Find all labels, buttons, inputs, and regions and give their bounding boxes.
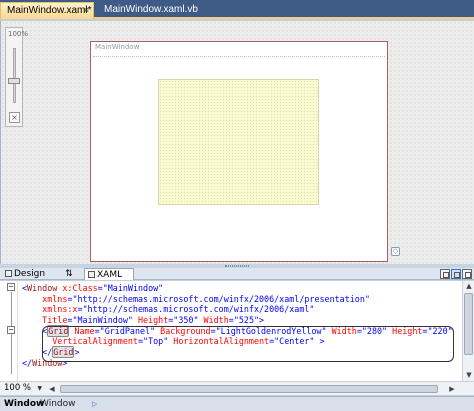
tab-design-label: Design — [14, 269, 46, 279]
scroll-left-icon[interactable]: ◀ — [48, 384, 56, 394]
fold-grid-icon[interactable]: − — [7, 326, 15, 334]
scroll-up-icon[interactable]: ▲ — [465, 282, 473, 290]
tab-label: MainWindow.xaml* — [7, 5, 92, 16]
code-token: "MainWindow" — [72, 315, 133, 326]
resize-grip-icon[interactable]: ◇ — [391, 247, 400, 256]
zoom-slider-label: 100% — [8, 30, 29, 38]
outline-margin: − − — [0, 281, 18, 381]
xaml-view-icon — [88, 271, 95, 278]
code-line[interactable]: xmlns="http://schemas.microsoft.com/winf… — [22, 294, 453, 305]
scroll-down-icon[interactable]: ▼ — [465, 371, 473, 379]
design-view-icon — [5, 270, 12, 277]
code-token: Title — [22, 315, 68, 326]
tab-mainwindow-xaml[interactable]: MainWindow.xaml* × — [0, 2, 94, 19]
window-preview-title: MainWindow — [95, 43, 140, 51]
tab-mainwindow-xaml-vb[interactable]: MainWindow.xaml.vb — [98, 2, 198, 19]
scroll-right-icon[interactable]: ▶ — [448, 384, 456, 394]
code-line[interactable]: <Window x:Class="MainWindow" — [22, 283, 453, 294]
code-token: "525" — [233, 315, 260, 326]
document-tab-strip: MainWindow.xaml* × MainWindow.xaml.vb — [0, 0, 474, 19]
code-token: "http://schemas.microsoft.com/winfx/2006… — [82, 304, 315, 315]
zoom-slider[interactable]: 100% × — [5, 27, 28, 127]
tab-label: MainWindow.xaml.vb — [104, 4, 198, 15]
code-token: Window — [27, 283, 58, 293]
collapse-pane-button[interactable] — [462, 269, 472, 279]
swap-panes-button[interactable]: ⇅ — [60, 268, 78, 280]
code-token: "350" — [173, 315, 199, 326]
tab-design[interactable]: Design — [2, 268, 50, 280]
code-token: Height — [132, 315, 169, 326]
zoom-combo[interactable]: 100 % ▼ — [2, 383, 42, 394]
code-token: "MainWindow" — [102, 283, 164, 293]
fold-window-icon[interactable]: − — [7, 283, 15, 291]
breadcrumb-window[interactable]: Window — [40, 399, 76, 409]
chevron-down-icon[interactable]: ▼ — [37, 385, 42, 392]
code-token: > — [259, 315, 265, 326]
code-token: xmlns — [22, 293, 68, 304]
editor-status-bar: 100 % ▼ ◀ ▶ — [0, 381, 474, 395]
code-line[interactable]: Title="MainWindow" Height="350" Width="5… — [22, 315, 453, 326]
breadcrumb-window-selected[interactable]: Window — [4, 399, 44, 409]
swap-panes-icon: ⇅ — [65, 269, 73, 279]
view-toolbar: Design ⇅ XAML — [0, 268, 474, 280]
horizontal-scroll-thumb[interactable] — [60, 385, 438, 393]
design-surface[interactable]: 100% × MainWindow ◇ — [0, 21, 474, 264]
tab-xaml-label: XAML — [97, 270, 123, 280]
zoom-value: 100 % — [4, 383, 32, 393]
zoom-slider-thumb[interactable] — [8, 78, 20, 84]
code-token: </ — [22, 357, 33, 368]
close-tab-icon[interactable]: × — [84, 5, 89, 15]
vertical-scroll-thumb[interactable] — [464, 293, 473, 355]
tab-xaml[interactable]: XAML — [84, 268, 134, 280]
zoom-reset-icon[interactable]: × — [9, 112, 20, 123]
vertical-scrollbar[interactable]: ▲ ▼ — [462, 281, 474, 381]
code-token: xmlns:x — [22, 304, 78, 315]
horizontal-split-button[interactable] — [451, 269, 461, 279]
code-token: Width — [198, 315, 229, 326]
grid-element-highlight — [42, 326, 454, 362]
tag-navigator: Window Window ▷ — [0, 396, 474, 411]
code-token: "http://schemas.microsoft.com/winfx/2006… — [72, 293, 370, 304]
code-line[interactable]: xmlns:x="http://schemas.microsoft.com/wi… — [22, 304, 453, 315]
code-token: x:Class — [57, 283, 98, 293]
vertical-split-button[interactable] — [440, 269, 450, 279]
grid-panel-preview[interactable] — [158, 79, 319, 205]
breadcrumb-next-icon[interactable]: ▷ — [92, 400, 97, 408]
horizontal-scrollbar[interactable]: ◀ ▶ — [48, 384, 458, 394]
zoom-slider-track[interactable] — [13, 48, 16, 103]
splitter-grip-icon[interactable] — [225, 265, 249, 267]
